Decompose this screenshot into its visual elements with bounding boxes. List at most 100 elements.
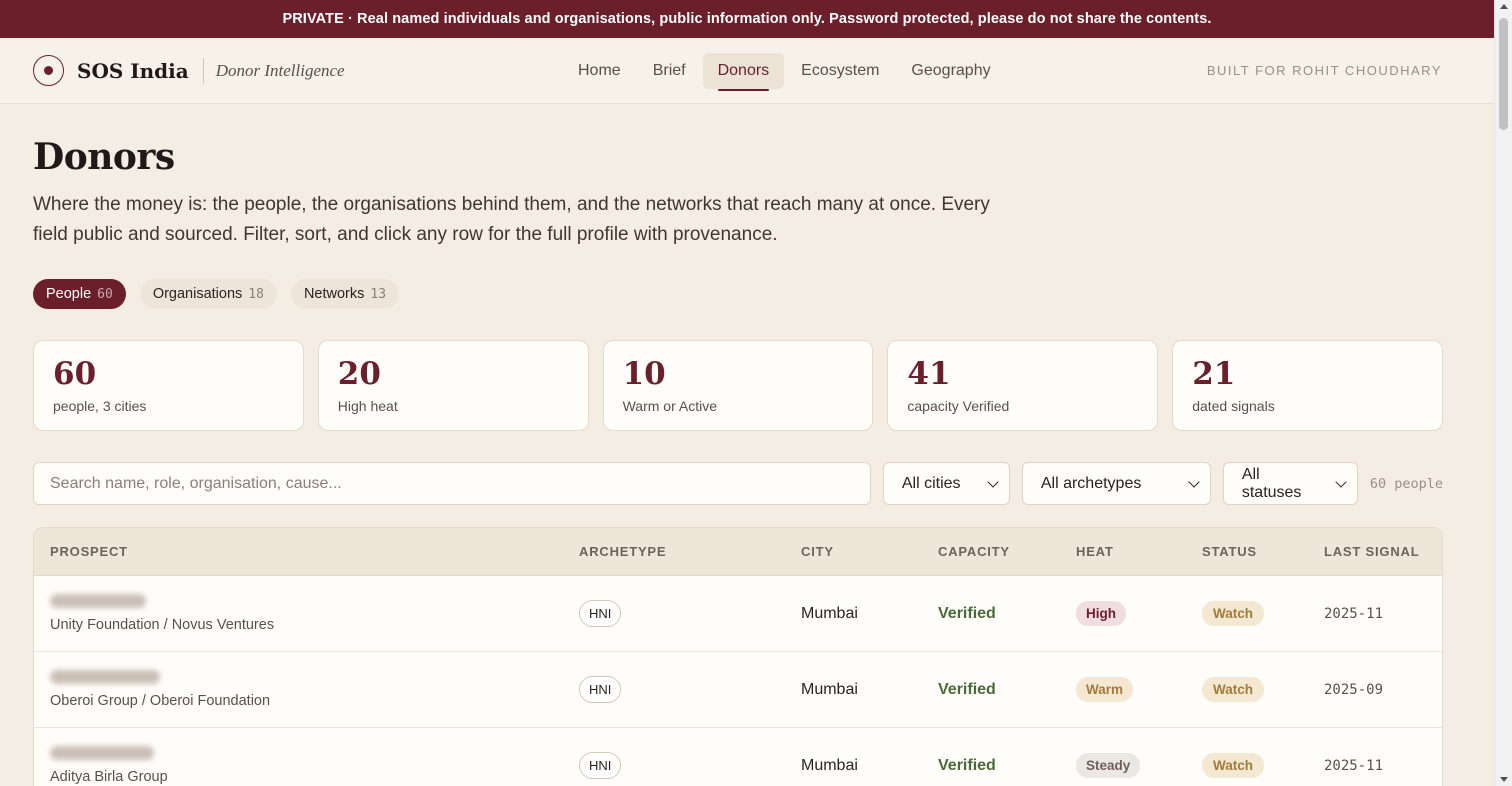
city-select[interactable]: All cities — [882, 462, 1010, 505]
last-signal-cell: 2025-09 — [1324, 681, 1384, 698]
prospect-org: Aditya Birla Group — [50, 769, 168, 785]
stat-value: 60 — [53, 356, 97, 392]
archetype-badge: HNI — [579, 600, 622, 627]
archetype-select[interactable]: All archetypes — [1021, 462, 1211, 505]
stat-card: 10 Warm or Active — [602, 340, 874, 431]
chevron-down-icon — [1335, 475, 1347, 488]
header-archetype[interactable]: ARCHETYPE — [563, 544, 785, 559]
stat-label: people, 3 cities — [53, 398, 147, 414]
built-for-label: BUILT FOR ROHIT CHOUDHARY — [1206, 63, 1442, 78]
table-row[interactable]: Oberoi Group / Oberoi Foundation HNI Mum… — [34, 652, 1442, 728]
prospect-org: Unity Foundation / Novus Ventures — [50, 617, 275, 633]
stat-card: 60 people, 3 cities — [33, 340, 304, 431]
status-cell: Watch — [1186, 601, 1308, 626]
main-nav: Home Brief Donors Ecosystem Geography — [563, 52, 1006, 91]
nav-geography[interactable]: Geography — [896, 53, 1005, 89]
header-last-signal[interactable]: LAST SIGNAL — [1308, 544, 1442, 559]
blurred-name — [50, 594, 146, 608]
search-input[interactable] — [33, 462, 871, 505]
city-cell: Mumbai — [801, 680, 858, 698]
header-heat[interactable]: HEAT — [1060, 544, 1186, 559]
nav-donors[interactable]: Donors — [702, 52, 785, 91]
page-scrollbar[interactable] — [1494, 0, 1512, 786]
blurred-name — [50, 670, 160, 684]
entity-tabs: People 60 Organisations 18 Networks 13 — [33, 279, 1443, 309]
last-signal-cell: 2025-11 — [1324, 605, 1384, 622]
stat-label: High heat — [337, 398, 398, 414]
tab-label: Organisations — [152, 286, 243, 302]
filter-bar: All cities All archetypes All statuses 6… — [33, 462, 1443, 505]
top-header: SOS India Donor Intelligence Home Brief … — [0, 38, 1494, 104]
archetype-cell: HNI — [563, 752, 785, 779]
tab-organisations[interactable]: Organisations 18 — [139, 279, 277, 309]
archetype-cell: HNI — [563, 676, 785, 703]
heat-badge: Steady — [1076, 753, 1141, 778]
status-select[interactable]: All statuses — [1222, 462, 1358, 505]
page-description: Where the money is: the people, the orga… — [33, 194, 990, 245]
stat-value: 41 — [907, 356, 951, 392]
status-badge: Watch — [1202, 601, 1264, 626]
prospect-cell: Oberoi Group / Oberoi Foundation — [34, 670, 563, 709]
brand-subtitle: Donor Intelligence — [215, 60, 345, 80]
brand-divider — [202, 57, 204, 84]
stats-row: 60 people, 3 cities 20 High heat 10 Warm… — [33, 340, 1443, 431]
scroll-up-icon[interactable] — [1500, 4, 1508, 9]
stat-value: 20 — [337, 356, 381, 392]
heat-cell: Warm — [1060, 677, 1186, 702]
donors-table: PROSPECT ARCHETYPE CITY CAPACITY HEAT ST… — [33, 527, 1443, 786]
stat-label: Warm or Active — [622, 398, 717, 414]
table-row[interactable]: Aditya Birla Group HNI Mumbai Verified S… — [34, 728, 1442, 786]
select-value: All archetypes — [1040, 474, 1142, 492]
stat-value: 10 — [622, 356, 666, 392]
tab-count: 18 — [248, 286, 264, 302]
table-row[interactable]: Unity Foundation / Novus Ventures HNI Mu… — [34, 576, 1442, 652]
prospect-org: Oberoi Group / Oberoi Foundation — [50, 693, 271, 709]
prospect-cell: Aditya Birla Group — [34, 746, 563, 785]
scroll-thumb[interactable] — [1499, 18, 1508, 130]
nav-brief[interactable]: Brief — [638, 53, 701, 89]
tab-count: 13 — [370, 286, 387, 302]
select-value: All cities — [901, 474, 961, 492]
tab-people[interactable]: People 60 — [33, 279, 126, 309]
stat-card: 20 High heat — [317, 340, 589, 431]
brand-name: SOS India — [77, 58, 189, 83]
select-value: All statuses — [1241, 465, 1302, 501]
heat-cell: Steady — [1060, 753, 1186, 778]
heat-badge: Warm — [1076, 677, 1134, 702]
tab-count: 60 — [97, 286, 113, 302]
status-cell: Watch — [1186, 753, 1308, 778]
capacity-cell: Verified — [938, 680, 996, 698]
nav-home[interactable]: Home — [563, 53, 636, 89]
banner-text: PRIVATE · Real named individuals and org… — [282, 11, 1212, 27]
prospect-cell: Unity Foundation / Novus Ventures — [34, 594, 563, 633]
chevron-down-icon — [1188, 475, 1200, 488]
blurred-name — [50, 746, 154, 760]
scroll-down-icon[interactable] — [1500, 777, 1508, 782]
city-cell: Mumbai — [801, 756, 858, 774]
tab-label: Networks — [303, 286, 365, 302]
stat-value: 21 — [1192, 356, 1236, 392]
header-city[interactable]: CITY — [785, 544, 922, 559]
status-badge: Watch — [1202, 677, 1264, 702]
privacy-banner: PRIVATE · Real named individuals and org… — [0, 0, 1512, 38]
stat-label: dated signals — [1192, 398, 1275, 414]
tab-label: People — [46, 286, 92, 302]
tab-networks[interactable]: Networks 13 — [290, 279, 400, 309]
header-capacity[interactable]: CAPACITY — [922, 544, 1060, 559]
stat-label: capacity Verified — [907, 398, 1010, 414]
capacity-cell: Verified — [938, 604, 996, 622]
archetype-badge: HNI — [579, 752, 622, 779]
logo-icon — [33, 55, 64, 86]
chevron-down-icon — [987, 475, 999, 488]
archetype-badge: HNI — [579, 676, 622, 703]
table-header: PROSPECT ARCHETYPE CITY CAPACITY HEAT ST… — [34, 528, 1442, 576]
heat-badge: High — [1076, 601, 1126, 626]
heat-cell: High — [1060, 601, 1186, 626]
nav-ecosystem[interactable]: Ecosystem — [786, 53, 894, 89]
stat-card: 21 dated signals — [1172, 340, 1443, 431]
header-prospect[interactable]: PROSPECT — [34, 544, 563, 559]
stat-card: 41 capacity Verified — [887, 340, 1159, 431]
header-status[interactable]: STATUS — [1186, 544, 1308, 559]
capacity-cell: Verified — [938, 756, 996, 774]
brand[interactable]: SOS India Donor Intelligence — [33, 55, 553, 86]
